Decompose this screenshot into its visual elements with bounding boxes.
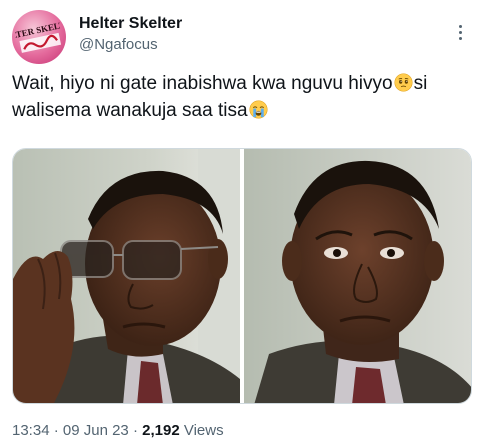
tweet-text: Wait, hiyo ni gate inabishwa kwa nguvu h… — [12, 70, 468, 124]
tweet-meta: 13:34 · 09 Jun 23 · 2,192 Views — [12, 421, 224, 441]
more-options-icon[interactable] — [452, 22, 468, 44]
tweet-text-line2: walisema wanakuja saa tisa — [12, 100, 248, 121]
author-block: Helter Skelter @Ngafocus — [79, 14, 182, 55]
author-display-name[interactable]: Helter Skelter — [79, 14, 182, 34]
pleading-face-icon — [394, 73, 413, 92]
tweet-header: HELTER SKELTER Helter Skelter @Ngafocus — [12, 8, 476, 64]
tweet-text-line1: Wait, hiyo ni gate inabishwa kwa nguvu h… — [12, 73, 393, 94]
author-handle[interactable]: @Ngafocus — [79, 35, 182, 55]
views-label: Views — [183, 422, 224, 439]
tweet-text-line1-end: si — [413, 73, 428, 94]
views-count[interactable]: 2,192 — [142, 422, 180, 439]
tweet-date[interactable]: 09 Jun 23 — [63, 422, 129, 439]
man-worried-expression-image[interactable] — [244, 149, 471, 403]
avatar[interactable]: HELTER SKELTER — [12, 10, 66, 64]
meta-separator: · — [53, 422, 59, 439]
loudly-crying-face-icon — [248, 100, 268, 119]
tweet-media[interactable] — [12, 148, 472, 404]
tweet-time[interactable]: 13:34 — [12, 422, 50, 439]
man-removing-glasses-image[interactable] — [13, 149, 240, 403]
avatar-logo: HELTER SKELTER — [13, 18, 65, 53]
meta-separator: · — [132, 422, 138, 439]
